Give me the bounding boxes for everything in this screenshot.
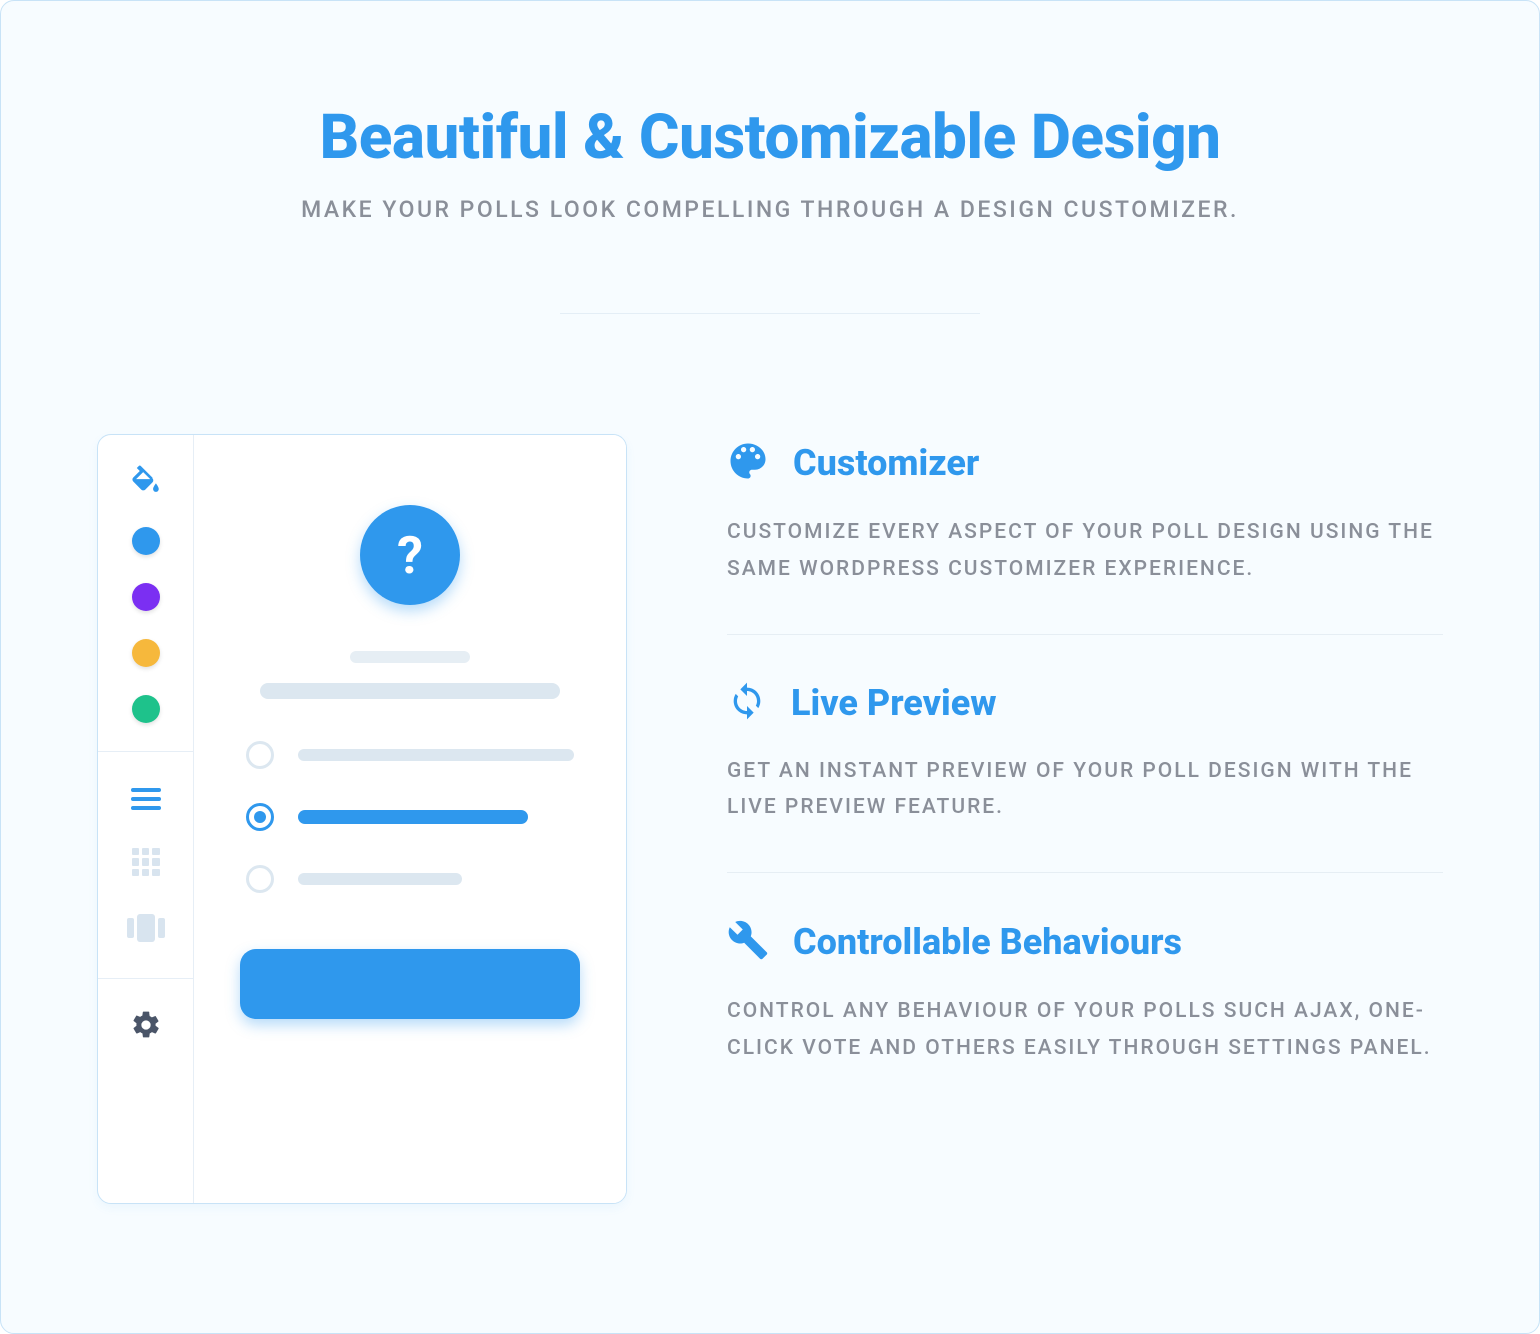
- page-title: Beautiful & Customizable Design: [97, 101, 1443, 174]
- sidebar-settings-section: [98, 979, 193, 1071]
- refresh-icon: [727, 681, 767, 725]
- divider: [560, 313, 980, 314]
- skeleton-option-text: [298, 749, 574, 761]
- gear-icon[interactable]: [130, 1009, 162, 1041]
- color-swatch-purple[interactable]: [132, 583, 160, 611]
- palette-icon: [727, 440, 769, 486]
- feature-title: Customizer: [793, 442, 979, 484]
- poll-preview: ?: [194, 435, 626, 1203]
- skeleton-option-text: [298, 810, 528, 824]
- poll-option[interactable]: [246, 741, 574, 769]
- sidebar-layout-section: [98, 752, 193, 979]
- customizer-mockup: ?: [97, 434, 627, 1204]
- feature-title: Controllable Behaviours: [793, 921, 1182, 963]
- mockup-sidebar: [98, 435, 194, 1203]
- poll-option-selected[interactable]: [246, 803, 574, 831]
- skeleton-option-text: [298, 873, 462, 885]
- radio-icon: [246, 865, 274, 893]
- poll-option[interactable]: [246, 865, 574, 893]
- content-row: ?: [97, 434, 1443, 1204]
- feature-behaviours: Controllable Behaviours CONTROL ANY BEHA…: [727, 872, 1443, 1113]
- menu-icon[interactable]: [131, 788, 161, 810]
- page-subtitle: MAKE YOUR POLLS LOOK COMPELLING THROUGH …: [97, 196, 1443, 223]
- color-swatch-orange[interactable]: [132, 639, 160, 667]
- feature-list: Customizer CUSTOMIZE EVERY ASPECT OF YOU…: [727, 434, 1443, 1113]
- feature-description: CUSTOMIZE EVERY ASPECT OF YOUR POLL DESI…: [727, 514, 1443, 588]
- feature-description: GET AN INSTANT PREVIEW OF YOUR POLL DESI…: [727, 753, 1443, 827]
- radio-selected-icon: [246, 803, 274, 831]
- question-badge: ?: [360, 505, 460, 605]
- feature-card: Beautiful & Customizable Design MAKE YOU…: [0, 0, 1540, 1334]
- color-swatch-blue[interactable]: [132, 527, 160, 555]
- grid-icon[interactable]: [132, 848, 160, 876]
- feature-description: CONTROL ANY BEHAVIOUR OF YOUR POLLS SUCH…: [727, 993, 1443, 1067]
- feature-customizer: Customizer CUSTOMIZE EVERY ASPECT OF YOU…: [727, 440, 1443, 634]
- header: Beautiful & Customizable Design MAKE YOU…: [97, 101, 1443, 223]
- carousel-icon[interactable]: [127, 914, 165, 942]
- wrench-icon: [727, 919, 769, 965]
- vote-button[interactable]: [240, 949, 580, 1019]
- feature-title: Live Preview: [791, 682, 997, 724]
- radio-icon: [246, 741, 274, 769]
- poll-options: [240, 741, 580, 893]
- skeleton-title: [260, 683, 560, 699]
- fill-icon[interactable]: [129, 465, 163, 499]
- skeleton-subtitle: [350, 651, 470, 663]
- sidebar-colors-section: [98, 435, 193, 752]
- color-swatch-green[interactable]: [132, 695, 160, 723]
- feature-live-preview: Live Preview GET AN INSTANT PREVIEW OF Y…: [727, 634, 1443, 873]
